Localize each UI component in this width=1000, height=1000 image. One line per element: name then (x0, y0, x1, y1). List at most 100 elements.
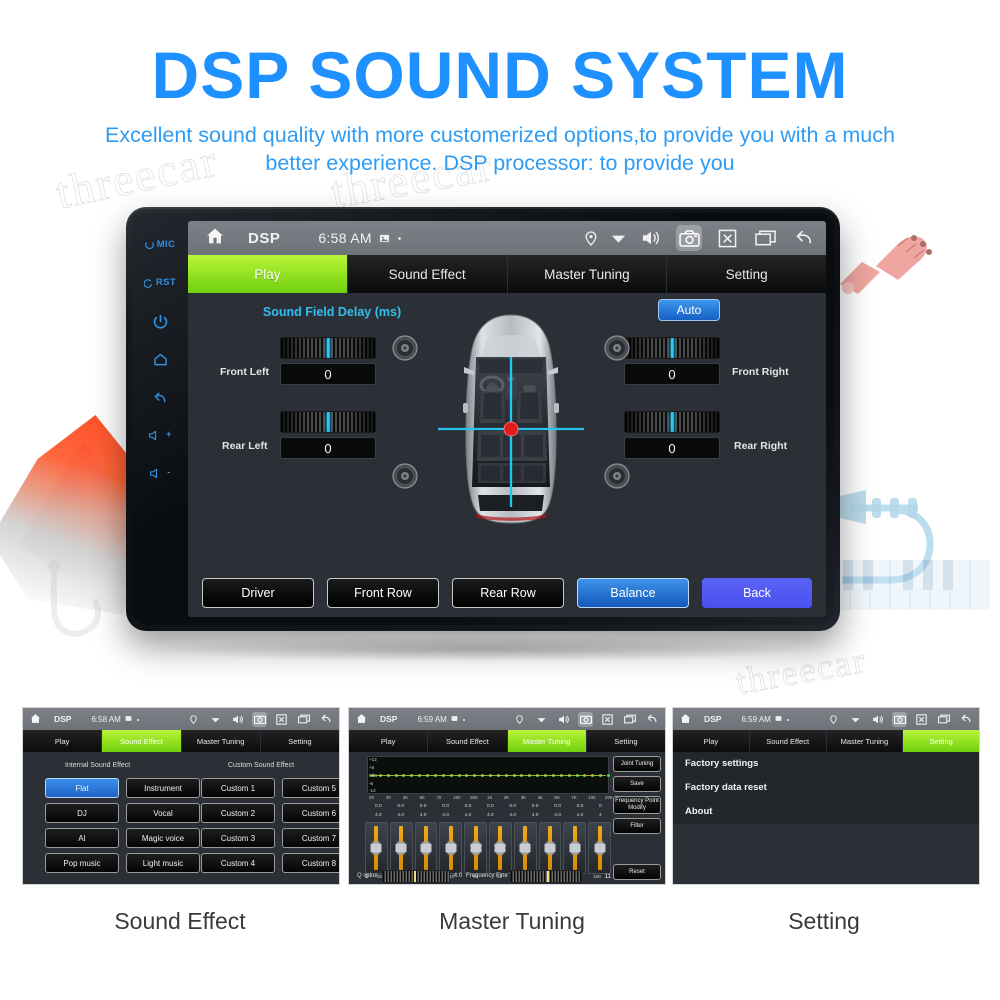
tab-master-tuning[interactable]: Master Tuning (181, 730, 261, 752)
custom-1[interactable]: Custom 1 (201, 778, 275, 798)
tab-play[interactable]: Play (349, 730, 429, 752)
sound-effect-pop-music[interactable]: Pop music (45, 853, 119, 873)
rear-left-slider[interactable] (280, 411, 376, 433)
filter-button[interactable]: Filter (613, 818, 661, 834)
back-arrow-icon[interactable] (790, 225, 816, 251)
tab-master-tuning[interactable]: Master Tuning (507, 730, 587, 752)
front-left-speaker[interactable] (392, 335, 418, 361)
tab-master-tuning[interactable]: Master Tuning (826, 730, 904, 752)
volume-up-button[interactable]: + (148, 416, 172, 454)
volume-icon[interactable] (230, 712, 245, 727)
setting-row-factory-data-reset[interactable]: Factory data reset (673, 776, 979, 800)
back-hw-button[interactable] (152, 378, 169, 416)
balance-button[interactable]: Balance (577, 578, 689, 608)
custom-5[interactable]: Custom 5 (282, 778, 339, 798)
frequency-fine-tuning-slider[interactable] (510, 869, 583, 883)
tab-sound-effect[interactable]: Sound Effect (347, 255, 508, 293)
driver-button[interactable]: Driver (202, 578, 314, 608)
recents-icon[interactable] (752, 225, 778, 251)
rear-right-speaker[interactable] (604, 463, 630, 489)
sound-effect-vocal[interactable]: Vocal (126, 803, 200, 823)
wifi-icon[interactable] (534, 712, 549, 727)
setting-row-factory-settings[interactable]: Factory settings (673, 752, 979, 776)
auto-button[interactable]: Auto (658, 299, 720, 321)
rear-row-button[interactable]: Rear Row (452, 578, 564, 608)
save-button[interactable]: Save (613, 776, 661, 792)
car-sound-stage-diagram[interactable] (392, 311, 630, 526)
eq-slider[interactable] (365, 822, 388, 874)
eq-slider[interactable] (513, 822, 537, 874)
custom-4[interactable]: Custom 4 (201, 853, 275, 873)
custom-6[interactable]: Custom 6 (282, 803, 339, 823)
recents-icon[interactable] (936, 712, 951, 727)
eq-slider[interactable] (389, 822, 413, 874)
statusbar-home-button[interactable] (198, 225, 232, 252)
mic-button[interactable]: MIC (144, 226, 176, 264)
rear-right-value[interactable]: 0 (624, 437, 720, 459)
wifi-icon[interactable] (848, 712, 863, 727)
close-box-icon[interactable] (274, 712, 289, 727)
tab-play[interactable]: Play (188, 255, 348, 293)
tab-sound-effect[interactable]: Sound Effect (102, 730, 182, 752)
frequency-point-modify-button[interactable]: Frequency Point Modify (613, 796, 661, 814)
eq-slider[interactable] (414, 822, 438, 874)
tab-sound-effect[interactable]: Sound Effect (749, 730, 827, 752)
tab-master-tuning[interactable]: Master Tuning (507, 255, 668, 293)
tab-setting[interactable]: Setting (667, 255, 826, 293)
rear-left-speaker[interactable] (392, 463, 418, 489)
front-row-button[interactable]: Front Row (327, 578, 439, 608)
eq-slider[interactable] (538, 822, 562, 874)
close-box-icon[interactable] (914, 712, 929, 727)
eq-band-sliders[interactable] (365, 822, 611, 874)
custom-2[interactable]: Custom 2 (201, 803, 275, 823)
camera-icon[interactable] (578, 711, 593, 727)
front-right-speaker[interactable] (604, 335, 630, 361)
camera-icon[interactable] (892, 711, 907, 727)
custom-8[interactable]: Custom 8 (282, 853, 339, 873)
tab-setting[interactable]: Setting (586, 730, 665, 752)
thumbnail-setting[interactable]: DSP 6:59 AM Play Sound Effect Master Tun… (672, 707, 980, 885)
rear-right-slider[interactable] (624, 411, 720, 433)
front-right-value[interactable]: 0 (624, 363, 720, 385)
setting-row-about[interactable]: About (673, 800, 979, 824)
close-box-icon[interactable] (714, 225, 740, 251)
camera-icon[interactable] (676, 225, 702, 251)
custom-3[interactable]: Custom 3 (201, 828, 275, 848)
front-right-slider[interactable] (624, 337, 720, 359)
tab-play[interactable]: Play (673, 730, 750, 752)
thumbnail-sound-effect[interactable]: DSP 6:58 AM Play Sound Effect Master Tun… (22, 707, 340, 885)
thumbnail-master-tuning[interactable]: DSP 6:59 AM Play Sound Effect Master Tun… (348, 707, 666, 885)
q-value-slider[interactable] (381, 869, 450, 883)
back-button[interactable]: Back (702, 578, 812, 608)
camera-icon[interactable] (252, 711, 267, 727)
rear-left-value[interactable]: 0 (280, 437, 376, 459)
eq-slider[interactable] (439, 822, 463, 874)
front-left-value[interactable]: 0 (280, 363, 376, 385)
wifi-icon[interactable] (208, 712, 223, 727)
tab-setting[interactable]: Setting (903, 730, 979, 752)
eq-slider[interactable] (488, 822, 512, 874)
location-pin-icon[interactable] (826, 712, 841, 727)
tab-setting[interactable]: Setting (260, 730, 339, 752)
sound-effect-magic-voice[interactable]: Magic voice (126, 828, 200, 848)
wifi-icon[interactable] (610, 225, 626, 251)
reset-button[interactable]: Reset (613, 864, 661, 880)
location-pin-icon[interactable] (186, 712, 201, 727)
volume-icon[interactable] (556, 712, 571, 727)
back-arrow-icon[interactable] (318, 712, 333, 727)
eq-slider[interactable] (588, 822, 611, 874)
joint-tuning-button[interactable]: Joint Tuning (613, 756, 661, 772)
front-left-slider[interactable] (280, 337, 376, 359)
recents-icon[interactable] (622, 712, 637, 727)
home-hw-button[interactable] (152, 340, 169, 378)
tab-sound-effect[interactable]: Sound Effect (428, 730, 508, 752)
volume-down-button[interactable]: - (149, 454, 171, 492)
location-pin-icon[interactable] (512, 712, 527, 727)
volume-icon[interactable] (638, 225, 664, 251)
eq-slider[interactable] (464, 822, 487, 874)
volume-icon[interactable] (870, 712, 885, 727)
back-arrow-icon[interactable] (958, 712, 973, 727)
eq-slider[interactable] (563, 822, 587, 874)
sound-effect-ai[interactable]: AI (45, 828, 119, 848)
recents-icon[interactable] (296, 712, 311, 727)
